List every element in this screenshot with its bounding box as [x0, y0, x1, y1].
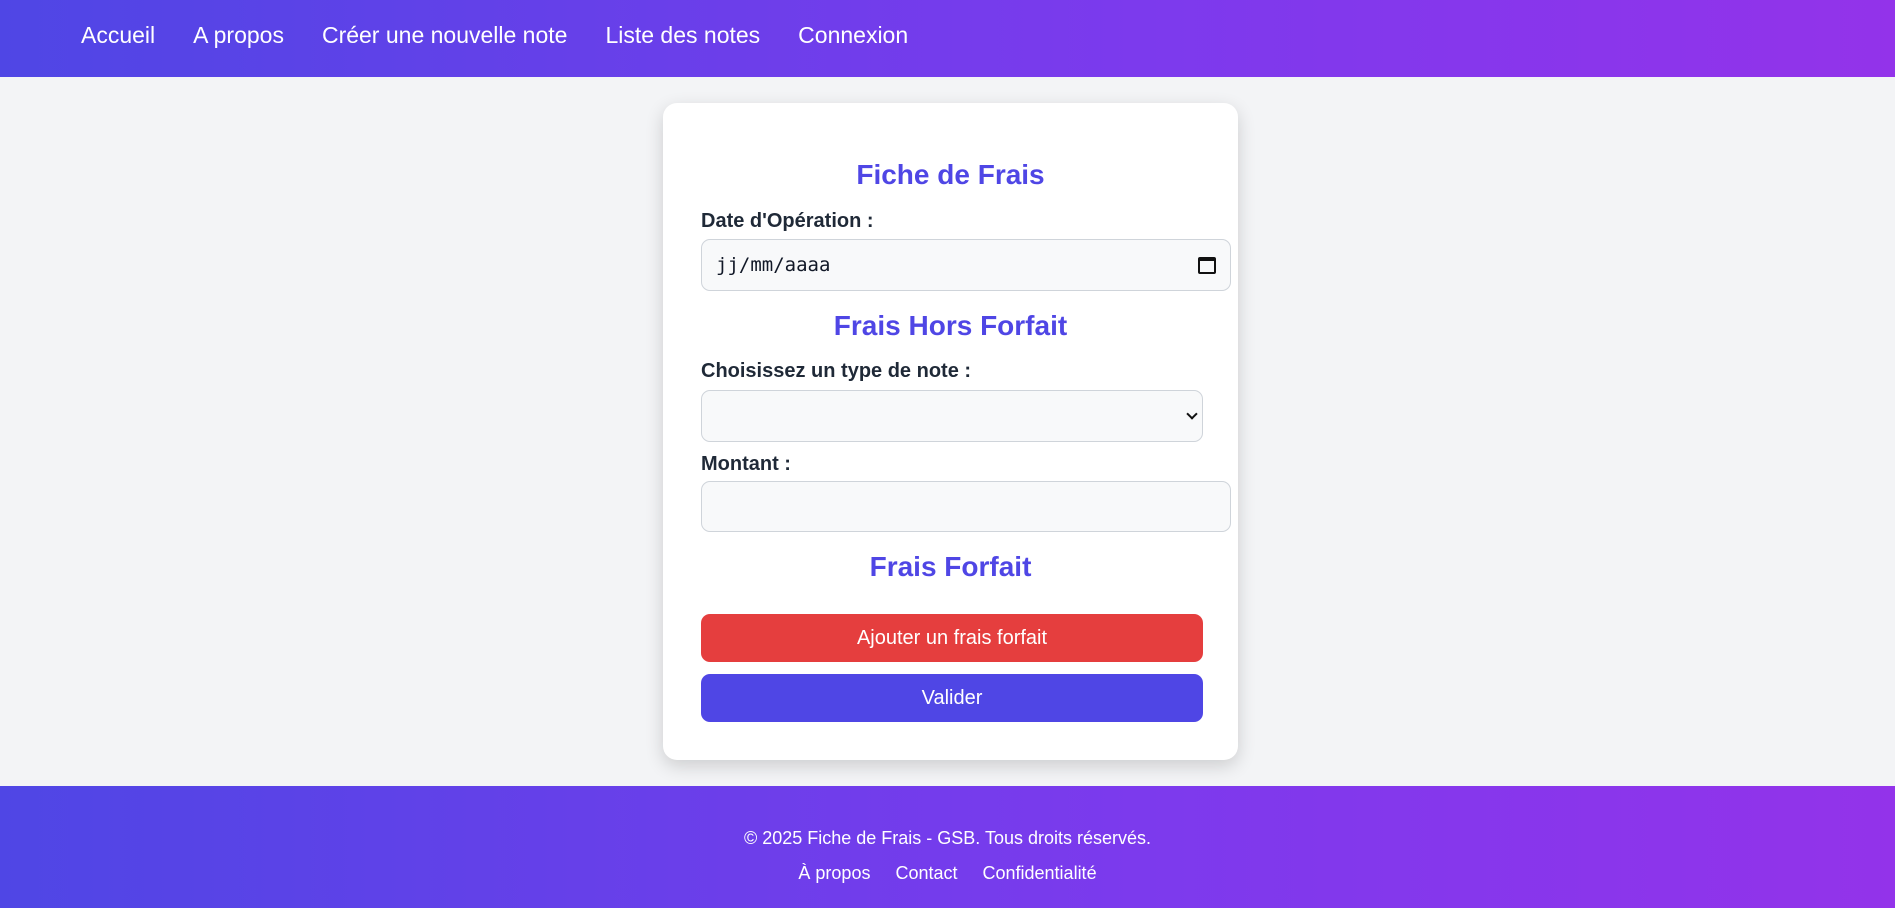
montant-label: Montant :: [701, 453, 791, 475]
nav-item-liste-notes: Liste des notes: [605, 24, 760, 48]
form-title: Fiche de Frais: [856, 159, 1045, 190]
date-placeholder: jj/mm/aaaa: [716, 254, 831, 276]
nav-link-accueil[interactable]: Accueil: [81, 22, 155, 48]
nav-link-creer-note[interactable]: Créer une nouvelle note: [322, 22, 568, 48]
nav-link-a-propos[interactable]: A propos: [193, 22, 284, 48]
top-navbar: Accueil A propos Créer une nouvelle note…: [0, 0, 1895, 77]
copyright-text: © 2025 Fiche de Frais - GSB. Tous droits…: [743, 828, 1152, 848]
montant-input[interactable]: [701, 481, 1231, 532]
nav-link-connexion[interactable]: Connexion: [798, 22, 908, 48]
date-input[interactable]: jj/mm/aaaa: [701, 239, 1231, 291]
page-footer: © 2025 Fiche de Frais - GSB. Tous droits…: [0, 786, 1895, 908]
calendar-icon[interactable]: [1198, 256, 1216, 274]
nav-item-accueil: Accueil: [81, 24, 155, 48]
nav-item-connexion: Connexion: [798, 24, 908, 48]
submit-button[interactable]: Valider: [701, 674, 1203, 722]
nav-link-liste-notes[interactable]: Liste des notes: [605, 22, 760, 48]
footer-link-a-propos[interactable]: À propos: [798, 863, 870, 884]
date-label: Date d'Opération :: [701, 210, 874, 232]
nav-item-a-propos: A propos: [193, 24, 284, 48]
footer-link-confidentialite[interactable]: Confidentialité: [983, 863, 1097, 884]
main-nav: Accueil A propos Créer une nouvelle note…: [0, 0, 1895, 72]
nav-item-creer-note: Créer une nouvelle note: [322, 24, 568, 48]
add-forfait-button[interactable]: Ajouter un frais forfait: [701, 614, 1203, 662]
footer-links: À propos Contact Confidentialité: [0, 863, 1895, 884]
forfait-title: Frais Forfait: [869, 551, 1032, 582]
chevron-down-icon: [1186, 408, 1198, 420]
note-type-select[interactable]: [701, 390, 1203, 442]
hors-forfait-title: Frais Hors Forfait: [833, 310, 1068, 341]
expense-form-card: Fiche de Frais Date d'Opération : jj/mm/…: [663, 103, 1238, 760]
footer-link-contact[interactable]: Contact: [895, 863, 957, 884]
type-label: Choisissez un type de note :: [701, 360, 972, 382]
